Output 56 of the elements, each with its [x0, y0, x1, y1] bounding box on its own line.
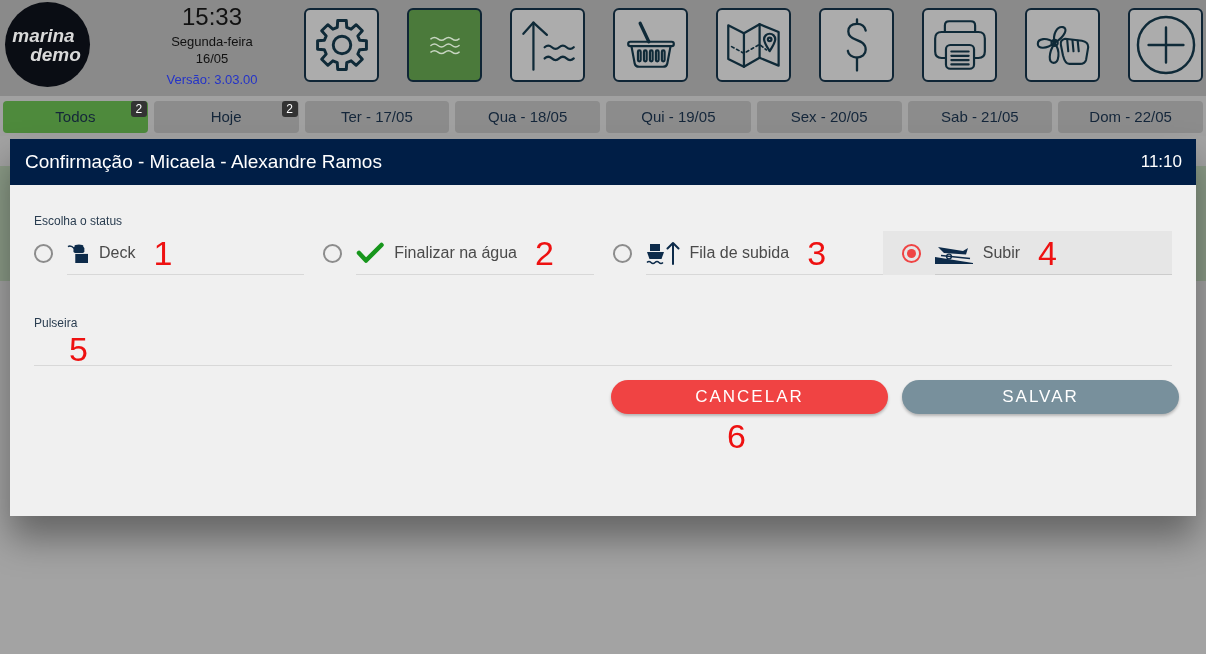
annotation-number: 6 — [727, 418, 746, 454]
plus-circle-icon — [1135, 15, 1196, 75]
weekday-text: Segunda-feira — [171, 33, 253, 50]
version-text: Versão: 3.03.00 — [166, 71, 258, 88]
field-label: Pulseira — [34, 316, 79, 330]
arrow-waves-icon — [519, 19, 576, 71]
option-label: Deck — [99, 242, 136, 263]
annotation-number: 3 — [807, 234, 827, 271]
winch-icon — [67, 242, 89, 263]
toolbar-button[interactable] — [510, 8, 585, 82]
toolbar-button[interactable] — [716, 8, 791, 82]
printer-icon — [932, 19, 987, 71]
clock-time: 15:33 — [181, 3, 243, 31]
toolbar-button[interactable] — [304, 8, 379, 82]
toolbar-button[interactable] — [1128, 8, 1203, 82]
annotation-number: 4 — [1038, 234, 1058, 271]
dialog-time: 11:10 — [1140, 151, 1182, 174]
radio-button[interactable] — [323, 243, 343, 263]
map-icon — [725, 21, 782, 69]
day-tab[interactable]: Qua - 18/05 — [455, 101, 600, 133]
day-tab[interactable]: Ter - 17/05 — [304, 101, 450, 133]
annotation-number: 2 — [535, 234, 554, 271]
dollar-icon — [845, 18, 868, 72]
toolbar-button[interactable] — [922, 8, 997, 82]
annotation-number: 5 — [69, 331, 88, 367]
option-label: Subir — [982, 242, 1021, 263]
day-tab[interactable]: Dom - 22/05 — [1058, 101, 1203, 133]
toolbar-button[interactable] — [1025, 8, 1100, 82]
gear-icon — [314, 18, 369, 72]
boat-arrow-icon — [645, 240, 680, 265]
toolbar-button[interactable] — [819, 8, 894, 82]
dialog-title: Confirmação - Micaela - Alexandre Ramos — [25, 149, 382, 174]
radio-button[interactable] — [612, 243, 632, 263]
day-tab[interactable]: Sex - 20/05 — [756, 101, 902, 133]
count-badge: 2 — [281, 101, 298, 117]
field-label: Escolha o status — [34, 214, 124, 228]
day-tab[interactable]: Sab - 21/05 — [907, 101, 1053, 133]
logo-text: demo — [30, 44, 81, 64]
annotation-number: 1 — [153, 234, 173, 271]
basket-icon — [625, 21, 676, 69]
count-badge: 2 — [130, 101, 147, 117]
save-button[interactable]: SALVAR — [902, 380, 1179, 414]
day-tab[interactable]: Hoje 2 — [153, 101, 299, 133]
option-label: Fila de subida — [689, 242, 790, 263]
toolbar-button[interactable] — [613, 8, 688, 82]
toolbar-button[interactable] — [407, 8, 482, 82]
waves-icon — [428, 34, 461, 56]
logo-text: marina — [12, 25, 75, 45]
option-label: Finalizar na água — [394, 242, 517, 263]
check-icon — [356, 241, 385, 264]
day-tab[interactable]: Todos 2 — [3, 101, 148, 133]
radio-button[interactable] — [901, 243, 921, 263]
cancel-button[interactable]: CANCELAR — [611, 380, 888, 414]
date-text: 16/05 — [195, 50, 229, 67]
day-tab[interactable]: Qui - 19/05 — [606, 101, 751, 133]
radio-button[interactable] — [34, 243, 53, 263]
